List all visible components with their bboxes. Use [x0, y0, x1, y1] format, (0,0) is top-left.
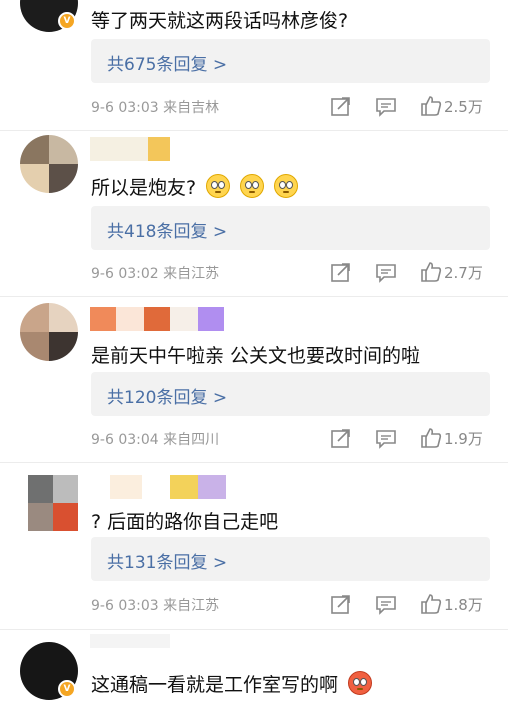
comment-text: 这通稿一看就是工作室写的啊 — [91, 670, 373, 697]
comment-text: ? 后面的路你自己走吧 — [91, 511, 279, 533]
comment-icon[interactable] — [375, 261, 397, 283]
share-icon[interactable] — [330, 261, 352, 283]
replies-count: 共120条回复 > — [107, 388, 228, 408]
comment-item: ? 后面的路你自己走吧 共131条回复 > 9-6 03:03 来自江苏 1.8… — [0, 463, 508, 629]
thinking-face-emoji — [240, 174, 265, 198]
comment-icon[interactable] — [375, 593, 397, 615]
thumbs-up-icon[interactable] — [420, 427, 442, 449]
comment-actions: 2.5万 — [330, 95, 490, 117]
comment-meta: 9-6 03:03 来自吉林 — [91, 100, 220, 116]
avatar[interactable] — [20, 303, 78, 361]
likes-count: 2.7万 — [444, 264, 483, 282]
replies-link[interactable]: 共131条回复 > — [91, 537, 490, 581]
likes-count: 1.9万 — [444, 430, 483, 448]
comment-text: 是前天中午啦亲 公关文也要改时间的啦 — [91, 345, 421, 367]
comment-actions: 1.8万 — [330, 593, 490, 615]
share-icon[interactable] — [330, 427, 352, 449]
comment-item: 所以是炮友? 共418条回复 > 9-6 03:02 来自江苏 2.7万 — [0, 131, 508, 296]
avatar[interactable] — [20, 135, 78, 193]
verified-badge-icon: V — [58, 12, 76, 30]
thumbs-up-icon[interactable] — [420, 261, 442, 283]
comment-meta: 9-6 03:02 来自江苏 — [91, 266, 220, 282]
thinking-face-emoji — [274, 174, 299, 198]
angry-face-emoji — [348, 671, 373, 695]
replies-count: 共131条回复 > — [107, 553, 228, 573]
verified-badge-icon: V — [58, 680, 76, 698]
likes-count: 1.8万 — [444, 596, 483, 614]
comment-actions: 1.9万 — [330, 427, 490, 449]
comment-icon[interactable] — [375, 427, 397, 449]
thinking-face-emoji — [206, 174, 231, 198]
replies-count: 共418条回复 > — [107, 222, 228, 242]
likes-count: 2.5万 — [444, 98, 483, 116]
share-icon[interactable] — [330, 95, 352, 117]
thumbs-up-icon[interactable] — [420, 95, 442, 117]
avatar[interactable] — [20, 475, 78, 533]
comment-item: 是前天中午啦亲 公关文也要改时间的啦 共120条回复 > 9-6 03:04 来… — [0, 297, 508, 462]
comment-meta: 9-6 03:04 来自四川 — [91, 432, 220, 448]
comment-text: 所以是炮友? — [91, 173, 299, 200]
comment-item: V 等了两天就这两段话吗林彦俊? 共675条回复 > 9-6 03:03 来自吉… — [0, 0, 508, 130]
comment-meta: 9-6 03:03 来自江苏 — [91, 598, 220, 614]
comment-actions: 2.7万 — [330, 261, 490, 283]
comment-icon[interactable] — [375, 95, 397, 117]
replies-link[interactable]: 共675条回复 > — [91, 39, 490, 83]
replies-count: 共675条回复 > — [107, 55, 228, 75]
thumbs-up-icon[interactable] — [420, 593, 442, 615]
comment-item: V 这通稿一看就是工作室写的啊 — [0, 630, 508, 701]
share-icon[interactable] — [330, 593, 352, 615]
replies-link[interactable]: 共120条回复 > — [91, 372, 490, 416]
comment-text: 等了两天就这两段话吗林彦俊? — [91, 10, 349, 32]
replies-link[interactable]: 共418条回复 > — [91, 206, 490, 250]
